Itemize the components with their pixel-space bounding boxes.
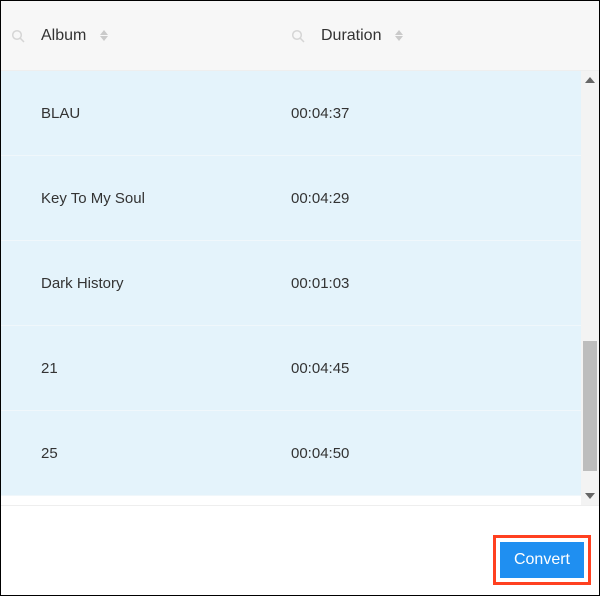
cell-duration: 00:04:50 — [281, 445, 349, 462]
cell-duration: 00:01:03 — [281, 275, 349, 292]
column-header-duration[interactable]: Duration — [281, 27, 403, 45]
cell-album: 25 — [1, 445, 281, 462]
cell-album: 21 — [1, 360, 281, 377]
search-icon[interactable] — [11, 29, 25, 43]
table-scroll-area: BLAU 00:04:37 Key To My Soul 00:04:29 Da… — [1, 71, 599, 505]
convert-button[interactable]: Convert — [500, 542, 584, 578]
table-body: BLAU 00:04:37 Key To My Soul 00:04:29 Da… — [1, 71, 581, 505]
sort-icon[interactable] — [395, 30, 403, 41]
sort-icon[interactable] — [100, 30, 108, 41]
search-icon[interactable] — [291, 29, 305, 43]
column-header-album[interactable]: Album — [1, 27, 281, 45]
cell-duration: 00:04:29 — [281, 190, 349, 207]
table-header: Album Duration — [1, 1, 599, 71]
table-row[interactable]: BLAU 00:04:37 — [1, 71, 581, 156]
scrollbar-thumb[interactable] — [583, 341, 597, 471]
table-row[interactable]: 21 00:04:45 — [1, 326, 581, 411]
table-row[interactable]: Key To My Soul 00:04:29 — [1, 156, 581, 241]
column-header-duration-label: Duration — [321, 27, 381, 45]
scroll-up-icon[interactable] — [585, 77, 595, 83]
footer: Convert — [1, 505, 599, 595]
column-header-album-label: Album — [41, 27, 86, 45]
cell-duration: 00:04:45 — [281, 360, 349, 377]
cell-album: BLAU — [1, 105, 281, 122]
scroll-down-icon[interactable] — [585, 493, 595, 499]
cell-album: Dark History — [1, 275, 281, 292]
table-row[interactable]: Dark History 00:01:03 — [1, 241, 581, 326]
scrollbar[interactable] — [581, 71, 599, 505]
highlight-annotation: Convert — [493, 535, 591, 585]
cell-duration: 00:04:37 — [281, 105, 349, 122]
cell-album: Key To My Soul — [1, 190, 281, 207]
table-row[interactable]: 25 00:04:50 — [1, 411, 581, 496]
